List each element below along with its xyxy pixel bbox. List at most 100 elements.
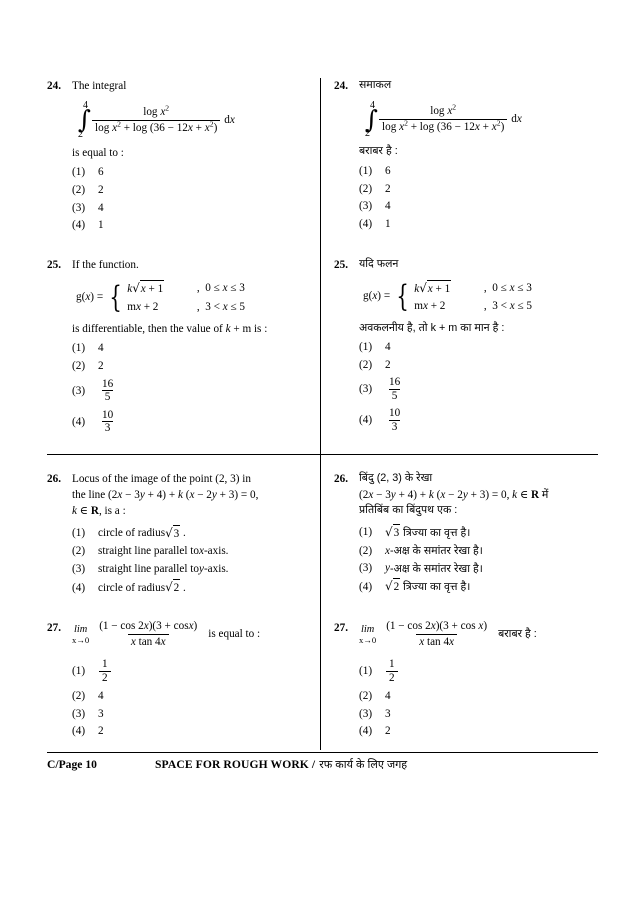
rough-work-label-hi: रफ कार्य के लिए जगह: [319, 759, 408, 771]
question-26-english: 26. Locus of the image of the point (2, …: [47, 471, 320, 598]
question-26-stem-line2-en: the line (2x − 3y + 4) + k (x − 2y + 3) …: [72, 489, 259, 502]
limit-numerator-en: (1 − cos 2x)(3 + cosx): [99, 619, 198, 632]
integral-lower-limit-hi: 2: [365, 128, 370, 140]
question-25-piecewise-en: g(x) = { k √ x + 1 , 0 ≤ x ≤ 3 mx + 2 , …: [76, 279, 312, 316]
option-1[interactable]: (1) 12: [359, 657, 585, 687]
option-3[interactable]: (3) 3: [72, 706, 312, 723]
option-3-fraction: 16 5: [388, 376, 401, 403]
option-3-fraction: 16 5: [101, 377, 114, 404]
limit-operator-hi: lim x→0: [359, 623, 377, 645]
case-1-hi: k √ x + 1 , 0 ≤ x ≤ 3: [414, 279, 532, 298]
page-footer: C/Page 10 SPACE FOR ROUGH WORK / रफ कार्…: [47, 757, 598, 772]
exam-page: 24. The integral 4 ∫ 2 log x2 log x2 + l…: [0, 0, 638, 903]
question-27-number-hi: 27.: [334, 621, 348, 634]
option-1[interactable]: (1) 4: [359, 339, 585, 356]
question-25-hindi: 25. यदि फलन g(x) = { k √ x + 1 , 0 ≤ x ≤ 3: [320, 257, 593, 438]
option-3[interactable]: (3) 3: [359, 706, 585, 723]
option-1[interactable]: (1) 6: [72, 164, 312, 181]
option-2-text: x -अक्ष के समांतर रेखा है।: [385, 544, 483, 557]
limit-denominator-en: x tan 4x: [127, 634, 169, 649]
option-3[interactable]: (3) 4: [359, 198, 585, 215]
function-label-en: g(x) =: [76, 290, 104, 303]
question-26-options-en: (1) circle of radius √ 3 . (2) straight l…: [72, 524, 312, 597]
integral-lower-limit-en: 2: [78, 128, 83, 140]
question-26-options-hi: (1) √ 3 त्रिज्या का वृत्त है। (2) x -अक्ष …: [359, 523, 585, 596]
limit-operator-en: lim x→0: [72, 623, 90, 645]
question-25: 25. If the function. g(x) = { k √ x + 1 , …: [47, 257, 598, 438]
option-1[interactable]: (1) 12: [72, 657, 312, 687]
option-2[interactable]: (2) 2: [72, 358, 312, 375]
question-27-number-en: 27.: [47, 621, 61, 634]
option-1[interactable]: (1) √ 3 त्रिज्या का वृत्त है।: [359, 523, 585, 542]
rough-work-label-en: SPACE FOR ROUGH WORK /: [155, 758, 316, 771]
option-1[interactable]: (1) 6: [359, 163, 585, 180]
option-4-text: √ 2 त्रिज्या का वृत्त है।: [385, 578, 470, 596]
question-25-stem-en: If the function.: [72, 259, 139, 272]
option-2[interactable]: (2) 2: [72, 182, 312, 199]
question-27-limit-hi: lim x→0 (1 − cos 2x)(3 + cos x) x tan 4x…: [359, 620, 585, 650]
option-1[interactable]: (1) 4: [72, 340, 312, 357]
question-25-options-hi: (1) 4 (2) 2 (3) 16 5 (4) 10 3: [359, 339, 585, 436]
option-3-text: y -अक्ष के समांतर रेखा है।: [385, 562, 483, 575]
page-label: C/Page 10: [47, 758, 97, 771]
question-24-stem-en: The integral: [72, 80, 127, 92]
question-26-stem-line1-hi: बिंदु (2, 3) के रेखा: [359, 471, 433, 484]
option-4[interactable]: (4) 10 3: [72, 407, 312, 437]
question-24-options-en: (1) 6 (2) 2 (3) 4 (4) 1: [72, 164, 312, 234]
question-25-piecewise-hi: g(x) = { k √ x + 1 , 0 ≤ x ≤ 3 mx + 2 , …: [363, 279, 585, 316]
option-2[interactable]: (2) 4: [72, 688, 312, 705]
option-3-text: straight line parallel to y -axis.: [98, 563, 229, 576]
question-25-stem-hi: यदि फलन: [359, 258, 399, 271]
option-4-text: circle of radius √ 2 .: [98, 579, 186, 597]
question-26-stem-line3-hi: प्रतिबिंब का बिंदुपथ एक :: [359, 504, 458, 517]
question-25-number-hi: 25.: [334, 259, 348, 272]
question-25-lead-hi: अवकलनीय है, तो k + m का मान है :: [359, 321, 505, 334]
option-3[interactable]: (3) 16 5: [72, 376, 312, 406]
question-26-stem-line1-en: Locus of the image of the point (2, 3) i…: [72, 472, 251, 485]
integrand-fraction-en: log x2 log x2 + log (36 − 12x + x2): [92, 104, 221, 136]
option-3[interactable]: (3) y -अक्ष के समांतर रेखा है।: [359, 560, 585, 577]
limit-denominator-hi: x tan 4x: [416, 634, 458, 649]
left-brace-icon: {: [109, 280, 122, 316]
option-2-text: straight line parallel to x -axis.: [98, 545, 229, 558]
integral-sign-icon: 4 ∫ 2: [78, 100, 92, 140]
question-24-integral-hi: 4 ∫ 2 log x2 log x2 + log (36 − 12x + x2…: [365, 100, 585, 140]
option-4-fraction: 10 3: [388, 407, 401, 434]
question-25-number-en: 25.: [47, 259, 61, 272]
question-26-stem-line3-en: k ∈ R, is a :: [72, 505, 126, 518]
integrand-denominator-en: log x2 + log (36 − 12x + x2): [92, 120, 221, 135]
question-27-lead-hi: बराबर है :: [498, 628, 537, 641]
question-25-english: 25. If the function. g(x) = { k √ x + 1 , …: [47, 257, 320, 438]
option-2[interactable]: (2) 2: [359, 181, 585, 198]
option-2[interactable]: (2) straight line parallel to x -axis.: [72, 543, 312, 560]
option-3[interactable]: (3) 16 5: [359, 375, 585, 405]
question-26-hindi: 26. बिंदु (2, 3) के रेखा (2x − 3y + 4) +…: [320, 471, 593, 598]
option-2[interactable]: (2) 4: [359, 688, 585, 705]
question-26: 26. Locus of the image of the point (2, …: [47, 453, 598, 598]
question-24-lead-hi: बराबर है :: [359, 145, 398, 158]
option-4[interactable]: (4) 2: [72, 723, 312, 740]
question-24-lead-en: is equal to :: [72, 146, 124, 159]
question-26-number-en: 26.: [47, 472, 61, 485]
question-24: 24. The integral 4 ∫ 2 log x2 log x2 + l…: [47, 78, 598, 235]
question-27-limit-en: lim x→0 (1 − cos 2x)(3 + cosx) x tan 4x …: [72, 620, 312, 650]
option-2[interactable]: (2) x -अक्ष के समांतर रेखा है।: [359, 543, 585, 560]
case-1-en: k √ x + 1 , 0 ≤ x ≤ 3: [127, 279, 245, 298]
option-2[interactable]: (2) 2: [359, 357, 585, 374]
option-1[interactable]: (1) circle of radius √ 3 .: [72, 524, 312, 543]
option-3[interactable]: (3) straight line parallel to y -axis.: [72, 561, 312, 578]
function-label-hi: g(x) =: [363, 290, 391, 303]
option-4[interactable]: (4) 1: [359, 216, 585, 233]
footer-rule: [47, 752, 598, 754]
option-3[interactable]: (3) 4: [72, 200, 312, 217]
option-4[interactable]: (4) √ 2 त्रिज्या का वृत्त है।: [359, 578, 585, 596]
question-25-lead-en: is differentiable, then the value of k +…: [72, 323, 268, 336]
option-4[interactable]: (4) 2: [359, 723, 585, 740]
option-4[interactable]: (4) 10 3: [359, 406, 585, 436]
question-27-options-hi: (1) 12 (2) 4 (3) 3 (4) 2: [359, 657, 585, 740]
question-27-lead-en: is equal to :: [208, 627, 261, 640]
option-4[interactable]: (4) 1: [72, 217, 312, 234]
option-4[interactable]: (4) circle of radius √ 2 .: [72, 579, 312, 597]
question-24-number-en: 24.: [47, 80, 61, 92]
integrand-denominator-hi: log x2 + log (36 − 12x + x2): [379, 119, 508, 134]
